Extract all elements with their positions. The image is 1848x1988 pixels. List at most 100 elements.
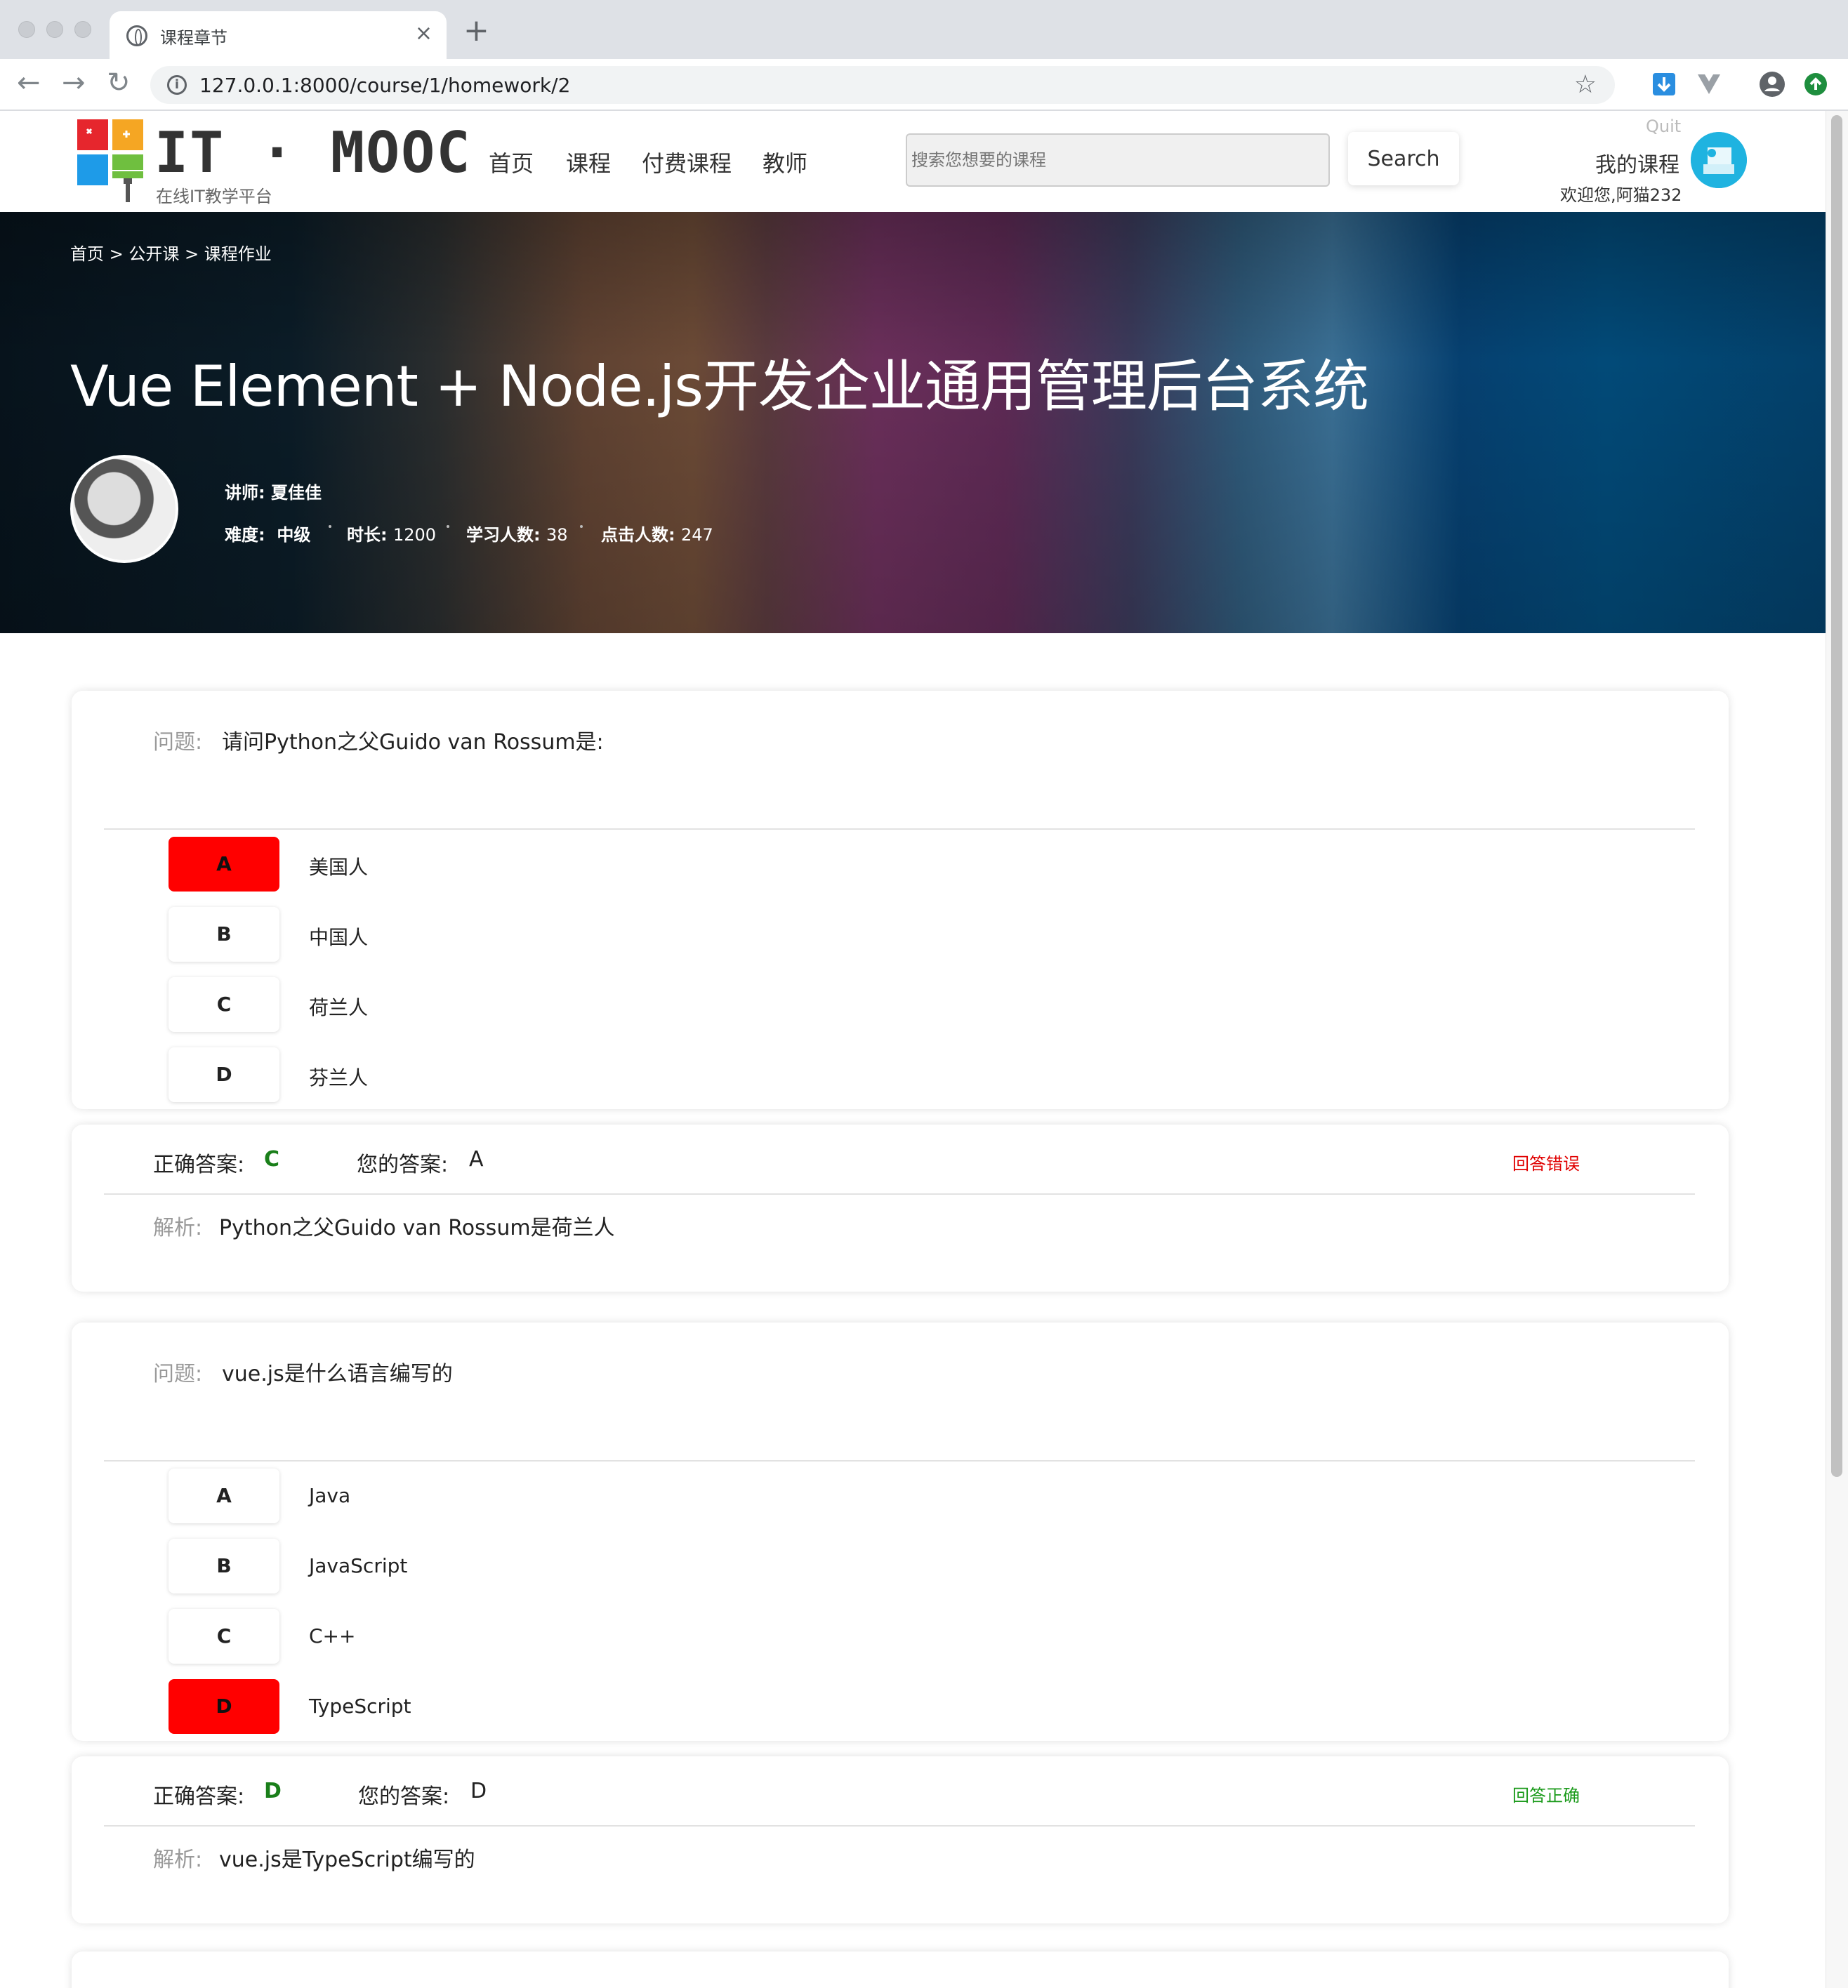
divider — [104, 1460, 1695, 1462]
question-text: 请问Python之父Guido van Rossum是: — [222, 730, 604, 755]
analysis-text: vue.js是TypeScript编写的 — [219, 1848, 475, 1872]
question-card: 问题: 请问Python之父Guido van Rossum是: A 美国人 B… — [72, 691, 1729, 1109]
option-b-text: JavaScript — [309, 1554, 408, 1577]
tab-close-icon[interactable]: × — [415, 21, 433, 46]
your-answer-label: 您的答案: — [357, 1153, 449, 1177]
browser-toolbar: ← → ↻ i 127.0.0.1:8000/course/1/homework… — [0, 59, 1848, 111]
divider — [104, 1193, 1695, 1195]
site-info-icon[interactable]: i — [167, 75, 187, 95]
welcome-text: 欢迎您,阿猫232 — [1560, 185, 1682, 205]
question-label: 问题: — [153, 730, 203, 755]
course-title: Vue Element + Node.js开发企业通用管理后台系统 — [70, 354, 1369, 419]
option-b-button[interactable]: B — [169, 907, 279, 962]
search-button[interactable]: Search — [1348, 132, 1459, 185]
back-icon[interactable]: ← — [17, 69, 41, 97]
nav-home[interactable]: 首页 — [489, 146, 534, 178]
option-d-button[interactable]: D — [169, 1047, 279, 1102]
window-zoom-dot[interactable] — [74, 21, 91, 38]
learners-label: 学习人数: — [466, 525, 541, 545]
duration-info: 时长: 1200 — [347, 521, 436, 545]
correct-answer-label: 正确答案: — [153, 1784, 245, 1809]
difficulty-info: 难度: 中级 — [225, 521, 310, 545]
option-b-text: 中国人 — [309, 926, 369, 949]
option-a-button[interactable]: A — [169, 1469, 279, 1523]
tab-title: 课程章节 — [160, 28, 227, 48]
page-scrollbar-thumb[interactable] — [1831, 115, 1842, 1477]
option-d-text: TypeScript — [309, 1695, 411, 1718]
duration-value: 1200 — [392, 525, 437, 545]
duration-label: 时长: — [347, 525, 388, 545]
option-c-button[interactable]: C — [169, 977, 279, 1032]
clicks-label: 点击人数: — [601, 525, 675, 545]
quit-link[interactable]: Quit — [1646, 117, 1681, 136]
vue-devtools-icon[interactable] — [1695, 70, 1723, 98]
logo-subtitle: 在线IT教学平台 — [156, 187, 272, 206]
logo-icon[interactable] — [76, 119, 146, 204]
difficulty-value: 中级 — [277, 525, 311, 545]
download-extension-icon[interactable] — [1650, 70, 1678, 98]
option-c-button[interactable]: C — [169, 1609, 279, 1664]
banner-overlay — [0, 212, 1826, 633]
option-a-button[interactable]: A — [169, 837, 279, 892]
correct-answer-value: C — [264, 1147, 280, 1172]
answer-card: 正确答案: D 您的答案: D 回答正确 解析: vue.js是TypeScri… — [72, 1756, 1729, 1923]
question-card: 问题: vue.js是什么语言编写的 A Java B JavaScript C… — [72, 1323, 1729, 1741]
logo-text[interactable]: IT · MOOC — [154, 125, 471, 181]
difficulty-label: 难度: — [225, 525, 265, 545]
user-avatar[interactable] — [1691, 132, 1747, 188]
answer-status: 回答错误 — [1512, 1154, 1580, 1174]
address-bar[interactable]: i 127.0.0.1:8000/course/1/homework/2 ☆ — [150, 66, 1615, 104]
tab-strip: 课程章节 × + — [0, 0, 1848, 59]
nav-paid-courses[interactable]: 付费课程 — [642, 146, 732, 178]
meta-separator — [447, 525, 449, 528]
new-tab-button[interactable]: + — [463, 15, 489, 46]
option-b-button[interactable]: B — [169, 1539, 279, 1593]
course-banner — [0, 212, 1826, 633]
question-card — [72, 1951, 1729, 1988]
browser-tab[interactable]: 课程章节 × — [110, 11, 447, 59]
analysis-label: 解析: — [153, 1848, 203, 1872]
correct-answer-label: 正确答案: — [153, 1153, 245, 1177]
question-label: 问题: — [153, 1362, 203, 1386]
correct-answer-value: D — [264, 1779, 282, 1803]
window-close-dot[interactable] — [18, 21, 35, 38]
analysis-text: Python之父Guido van Rossum是荷兰人 — [219, 1216, 615, 1240]
option-c-text: C++ — [309, 1624, 356, 1648]
analysis-label: 解析: — [153, 1216, 203, 1240]
window-minimize-dot[interactable] — [46, 21, 63, 38]
option-a-text: Java — [309, 1484, 351, 1507]
address-url[interactable]: 127.0.0.1:8000/course/1/homework/2 — [199, 74, 570, 97]
your-answer-label: 您的答案: — [358, 1784, 450, 1809]
option-d-button[interactable]: D — [169, 1679, 279, 1734]
teacher-label: 讲师: — [225, 483, 265, 503]
teacher-avatar[interactable] — [70, 455, 178, 563]
divider — [104, 1825, 1695, 1827]
search-input[interactable] — [906, 133, 1330, 187]
browser-chrome: 课程章节 × + ← → ↻ i 127.0.0.1:8000/course/1… — [0, 0, 1848, 111]
option-c-text: 荷兰人 — [309, 996, 369, 1019]
option-d-text: 芬兰人 — [309, 1066, 369, 1089]
forward-icon[interactable]: → — [62, 69, 86, 97]
learners-value: 38 — [546, 525, 568, 545]
my-courses-link[interactable]: 我的课程 — [1595, 147, 1679, 178]
your-answer-value: D — [470, 1779, 487, 1803]
divider — [104, 828, 1695, 830]
meta-separator — [580, 525, 583, 528]
reload-icon[interactable]: ↻ — [107, 69, 131, 97]
learners-info: 学习人数: 38 — [466, 521, 568, 545]
nav-teachers[interactable]: 教师 — [763, 146, 807, 178]
profile-icon[interactable] — [1758, 70, 1786, 98]
update-extension-icon[interactable] — [1802, 70, 1830, 98]
globe-icon — [126, 25, 147, 46]
clicks-value: 247 — [680, 525, 713, 545]
your-answer-value: A — [469, 1147, 484, 1172]
breadcrumb[interactable]: 首页 > 公开课 > 课程作业 — [70, 240, 272, 265]
answer-status: 回答正确 — [1512, 1786, 1580, 1805]
answer-card: 正确答案: C 您的答案: A 回答错误 解析: Python之父Guido v… — [72, 1125, 1729, 1292]
clicks-info: 点击人数: 247 — [601, 521, 713, 545]
bookmark-star-icon[interactable]: ☆ — [1574, 70, 1597, 99]
option-a-text: 美国人 — [309, 856, 369, 879]
nav-courses[interactable]: 课程 — [566, 146, 611, 178]
meta-separator — [329, 525, 331, 528]
question-text: vue.js是什么语言编写的 — [222, 1362, 453, 1386]
